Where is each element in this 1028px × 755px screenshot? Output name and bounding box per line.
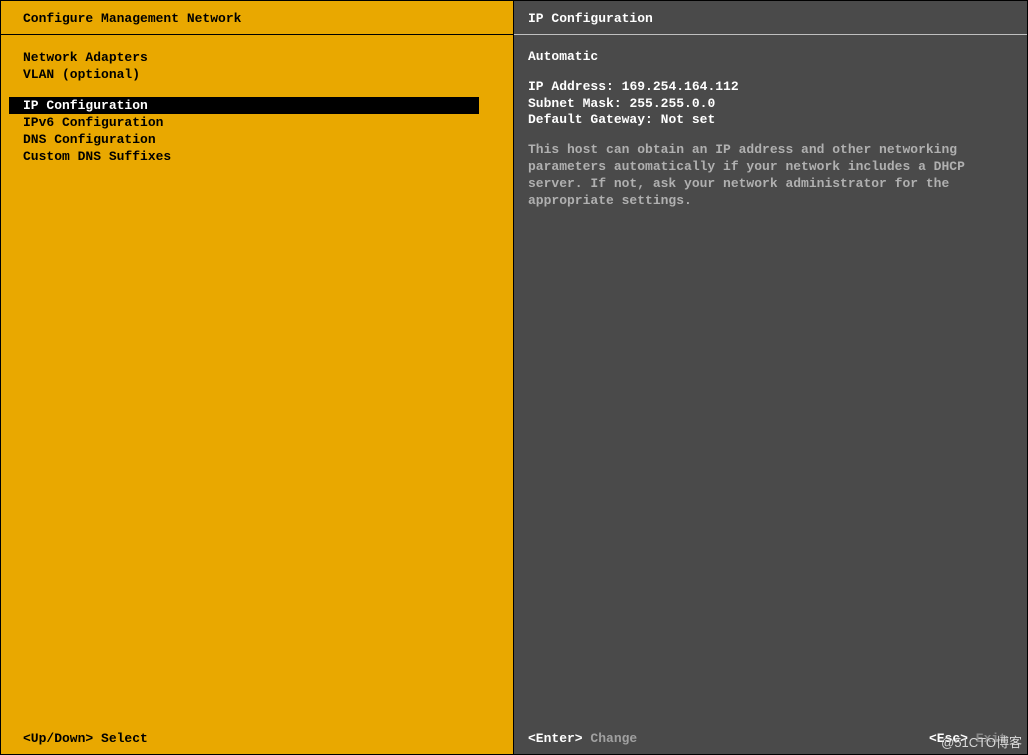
key-hint-enter: <Enter> (528, 731, 583, 746)
footer-bar: <Up/Down> Select <Enter> Change <Esc> Ex… (1, 722, 1027, 754)
ip-address-label: IP Address: (528, 79, 614, 94)
dcui-screen: Configure Management Network Network Ada… (0, 0, 1028, 755)
ip-mode: Automatic (528, 49, 1013, 65)
ip-mode-value: Automatic (528, 49, 1013, 65)
menu-group-2: IP Configuration IPv6 Configuration DNS … (9, 97, 505, 165)
menu-item-custom-dns-suffixes[interactable]: Custom DNS Suffixes (9, 148, 505, 165)
details-body: Automatic IP Address: 169.254.164.112 Su… (514, 35, 1027, 722)
left-pane-title: Configure Management Network (1, 1, 513, 35)
footer-right: <Enter> Change <Esc> Exit (514, 722, 1027, 754)
menu-list[interactable]: Network Adapters VLAN (optional) IP Conf… (1, 35, 513, 722)
subnet-mask-value: 255.255.0.0 (629, 96, 715, 111)
key-hint-updown: <Up/Down> (23, 731, 93, 746)
ip-address-value: 169.254.164.112 (622, 79, 739, 94)
main-area: Configure Management Network Network Ada… (1, 1, 1027, 722)
menu-item-ipv6-configuration[interactable]: IPv6 Configuration (9, 114, 505, 131)
right-pane-title: IP Configuration (514, 1, 1027, 35)
subnet-mask-line: Subnet Mask: 255.255.0.0 (528, 96, 1013, 112)
ip-fields: IP Address: 169.254.164.112 Subnet Mask:… (528, 79, 1013, 128)
footer-left: <Up/Down> Select (1, 722, 514, 754)
help-text: This host can obtain an IP address and o… (528, 142, 1013, 210)
menu-item-dns-configuration[interactable]: DNS Configuration (9, 131, 505, 148)
key-hint-esc-label: Exit (976, 731, 1007, 746)
default-gateway-line: Default Gateway: Not set (528, 112, 1013, 128)
menu-group-1: Network Adapters VLAN (optional) (9, 49, 505, 83)
enter-block: <Enter> Change (528, 731, 637, 746)
subnet-mask-label: Subnet Mask: (528, 96, 622, 111)
left-pane: Configure Management Network Network Ada… (1, 1, 514, 722)
ip-address-line: IP Address: 169.254.164.112 (528, 79, 1013, 95)
key-hint-esc: <Esc> (929, 731, 968, 746)
menu-item-vlan[interactable]: VLAN (optional) (9, 66, 505, 83)
esc-block: <Esc> Exit (929, 731, 1007, 746)
key-hint-updown-label: Select (101, 731, 148, 746)
menu-item-ip-configuration[interactable]: IP Configuration (9, 97, 479, 114)
default-gateway-label: Default Gateway: (528, 112, 653, 127)
right-pane: IP Configuration Automatic IP Address: 1… (514, 1, 1027, 722)
default-gateway-value: Not set (661, 112, 716, 127)
key-hint-enter-label: Change (590, 731, 637, 746)
menu-item-network-adapters[interactable]: Network Adapters (9, 49, 505, 66)
